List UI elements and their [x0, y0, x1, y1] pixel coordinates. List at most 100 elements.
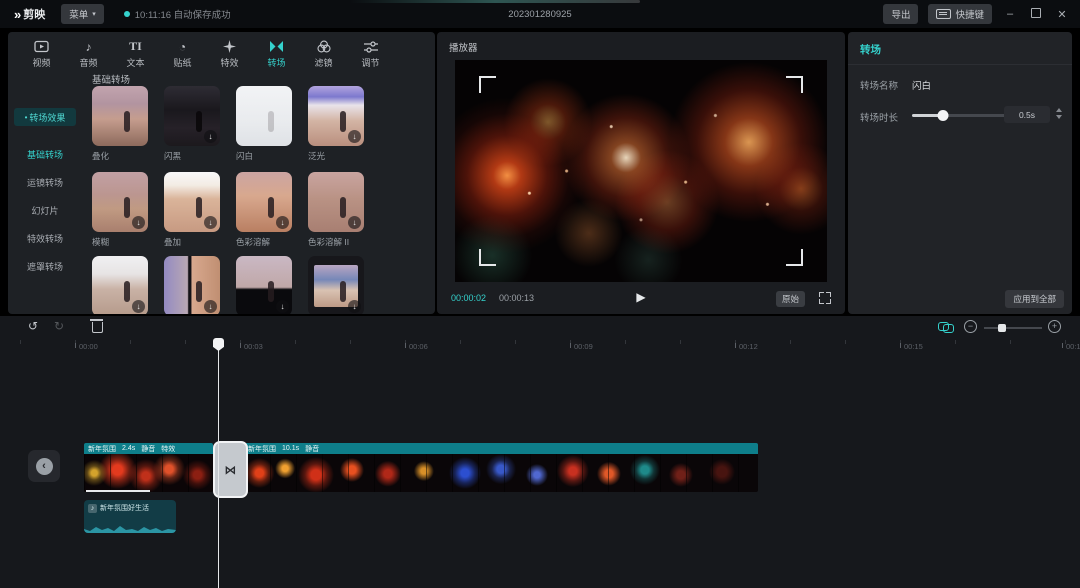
timeline-zoom-slider[interactable] [984, 327, 1042, 329]
transition-thumbnail[interactable]: ↓ [92, 172, 148, 232]
download-icon: ↓ [132, 300, 145, 313]
transition-card[interactable]: ↓ [308, 256, 364, 314]
transition-thumbnail[interactable]: ↓ [236, 256, 292, 314]
transition-card-overlay[interactable]: ↓ 叠加 [164, 172, 220, 248]
sidebar-item-basic-transitions[interactable]: 基础转场 [8, 148, 82, 161]
transition-label: 闪黑 [164, 150, 220, 162]
track-collapse-button[interactable]: ‹ [28, 450, 60, 482]
tab-label: 视频 [32, 56, 50, 69]
sidebar-item-mask-transitions[interactable]: 遮罩转场 [8, 260, 82, 273]
transition-thumbnail[interactable]: ↓ [308, 172, 364, 232]
ruler-tick: 00:06 [405, 342, 428, 351]
zoom-in-button[interactable]: + [1048, 320, 1061, 333]
inspector-title: 转场 [860, 42, 881, 57]
clip-filmstrip[interactable] [84, 454, 213, 492]
media-library-panel: 视频 ♪ 音频 TI 文本 ◔ 贴纸 特效 转场 [8, 32, 435, 314]
close-button[interactable]: ✕ [1054, 8, 1070, 21]
clip-filmstrip[interactable] [244, 454, 758, 492]
transition-thumbnail[interactable]: ↓ [236, 172, 292, 232]
clip-name: 新年氛围 [88, 444, 116, 454]
transition-duration-row: 转场时长 0.5s [860, 106, 1064, 124]
clip-selection-line [86, 490, 150, 492]
transition-thumbnail[interactable]: ↓ [164, 86, 220, 146]
transition-card-dissolve[interactable]: 叠化 [92, 86, 148, 162]
transition-card-bloom[interactable]: ↓ 泛光 [308, 86, 364, 162]
zoom-out-button[interactable]: − [964, 320, 977, 333]
duration-stepper[interactable] [1056, 108, 1062, 119]
clip-name: 新年氛围 [248, 444, 276, 454]
project-title: 202301280925 [508, 9, 571, 20]
apply-to-all-button[interactable]: 应用到全部 [1005, 290, 1064, 308]
redo-button[interactable]: ↻ [54, 319, 64, 333]
transition-thumbnail[interactable]: ↓ [308, 256, 364, 314]
duration-slider[interactable] [912, 114, 1014, 117]
export-button[interactable]: 导出 [883, 4, 918, 24]
timeline-zoom-handle[interactable] [998, 324, 1006, 332]
duration-slider-handle[interactable] [937, 110, 948, 121]
sidebar-item-effect-transitions[interactable]: 特效转场 [8, 232, 82, 245]
snap-toggle-icon[interactable] [938, 321, 954, 333]
video-clip-2[interactable]: 新年氛围 10.1s 静音 [244, 443, 758, 492]
delete-button[interactable] [92, 322, 103, 333]
transition-category-sidebar: • 转场效果 基础转场 运镜转场 幻灯片 特效转场 遮罩转场 [8, 70, 82, 314]
sticker-icon: ◔ [179, 39, 186, 54]
transition-card-color-dissolve[interactable]: ↓ 色彩溶解 [236, 172, 292, 248]
menu-label: 菜单 [69, 7, 88, 21]
video-icon [34, 39, 49, 54]
play-button[interactable]: ▶ [636, 290, 645, 304]
video-preview[interactable] [455, 60, 827, 282]
step-up-icon[interactable] [1056, 108, 1062, 112]
aspect-ratio-button[interactable]: 原始 [776, 291, 805, 307]
transition-card-flash-white[interactable]: 闪白 [236, 86, 292, 162]
export-label: 导出 [891, 7, 910, 21]
sidebar-item-slideshow[interactable]: 幻灯片 [8, 204, 82, 217]
sidebar-group-transition-effects[interactable]: • 转场效果 [14, 108, 76, 126]
transition-thumbnail[interactable]: ↓ [164, 172, 220, 232]
transition-thumbnail[interactable]: ↓ [164, 256, 220, 314]
fullscreen-icon[interactable] [819, 292, 831, 304]
transition-label: 闪白 [236, 150, 292, 162]
transition-card[interactable]: ↓ [92, 256, 148, 314]
time-ruler[interactable]: 00:00 00:03 00:06 00:09 00:12 00:15 00:1… [0, 340, 1080, 354]
step-down-icon[interactable] [1056, 115, 1062, 119]
video-clip-1[interactable]: 新年氛围 2.4s 静音 特效 [84, 443, 213, 492]
transition-label: 泛光 [308, 150, 364, 162]
audio-clip[interactable]: ♪ 新年氛围好生活 [84, 500, 176, 533]
transition-thumbnail[interactable] [92, 86, 148, 146]
transition-card-color-dissolve-2[interactable]: ↓ 色彩溶解 II [308, 172, 364, 248]
transition-card[interactable]: ↓ [164, 256, 220, 314]
transition-thumbnail[interactable] [236, 86, 292, 146]
audio-icon: ♪ [86, 39, 92, 54]
transition-card-flash-black[interactable]: ↓ 闪黑 [164, 86, 220, 162]
menu-button[interactable]: 菜单 ▾ [61, 4, 104, 24]
clip-mute-badge: 静音 [305, 444, 319, 454]
app-name: 剪映 [23, 6, 45, 22]
transition-card[interactable]: ↓ [236, 256, 292, 314]
fireworks-sparks [455, 60, 827, 282]
clip-duration: 2.4s [122, 445, 135, 452]
shortcut-button[interactable]: 快捷键 [928, 4, 992, 24]
duration-value-input[interactable]: 0.5s [1004, 106, 1050, 123]
timeline-toolbar: ↺ ↻ − + [0, 316, 1080, 340]
playhead-line[interactable] [218, 338, 219, 588]
sidebar-item-camera-transitions[interactable]: 运镜转场 [8, 176, 82, 189]
adjust-icon [364, 39, 378, 54]
transition-card-blur[interactable]: ↓ 模糊 [92, 172, 148, 248]
ruler-tick: 00:03 [240, 342, 263, 351]
sidebar-group-label: 转场效果 [29, 111, 65, 124]
transition-thumbnail[interactable]: ↓ [92, 256, 148, 314]
capcut-logo-icon: » [14, 7, 19, 22]
crop-corner-icon [479, 76, 496, 93]
minimize-button[interactable]: – [1002, 8, 1018, 20]
ruler-tick: 00:18 [1062, 342, 1080, 351]
app-logo: » 剪映 [14, 6, 45, 22]
tab-video[interactable]: 视频 [18, 36, 65, 72]
autosave-dot-icon [124, 11, 130, 17]
transition-thumbnail[interactable]: ↓ [308, 86, 364, 146]
transition-label: 色彩溶解 II [308, 236, 364, 248]
maximize-button[interactable] [1028, 8, 1044, 21]
clip-effect-badge: 特效 [161, 444, 175, 454]
undo-button[interactable]: ↺ [28, 319, 38, 333]
maximize-icon [1031, 8, 1041, 18]
back-icon: ‹ [36, 458, 53, 475]
